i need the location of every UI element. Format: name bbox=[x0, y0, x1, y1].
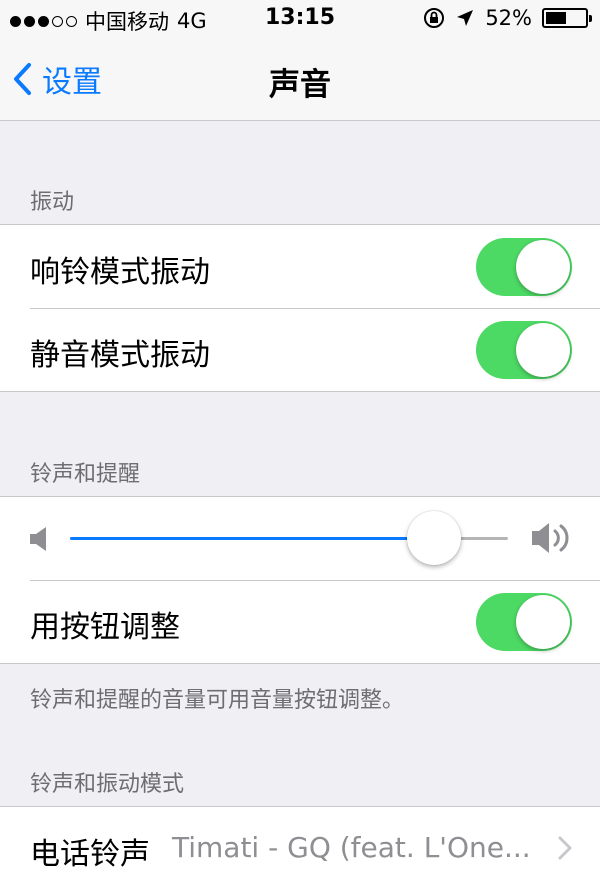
row-volume-slider bbox=[0, 497, 600, 580]
orientation-lock-icon bbox=[424, 8, 445, 28]
vibrate-group: 响铃模式振动 静音模式振动 bbox=[0, 224, 600, 392]
patterns-group: 电话铃声 Timati - GQ (feat. L'One... bbox=[0, 806, 600, 896]
row-label: 响铃模式振动 bbox=[30, 255, 210, 290]
change-with-buttons-toggle[interactable] bbox=[476, 593, 572, 651]
page-title: 声音 bbox=[269, 67, 331, 103]
section-header-vibrate: 振动 bbox=[30, 190, 75, 215]
volume-slider-fill bbox=[70, 537, 434, 540]
row-vibrate-on-ring: 响铃模式振动 bbox=[0, 225, 600, 308]
navigation-bar: 设置 声音 bbox=[0, 40, 600, 121]
row-change-with-buttons: 用按钮调整 bbox=[0, 580, 600, 663]
row-label: 静音模式振动 bbox=[30, 338, 210, 373]
status-right: 52% bbox=[423, 6, 592, 30]
status-bar: 中国移动 4G 13:15 52% bbox=[0, 0, 600, 40]
volume-slider-thumb[interactable] bbox=[406, 511, 461, 565]
row-label: 电话铃声 bbox=[30, 837, 150, 872]
row-ringtone[interactable]: 电话铃声 Timati - GQ (feat. L'One... bbox=[0, 807, 600, 890]
row-vibrate-on-silent: 静音模式振动 bbox=[0, 308, 600, 391]
section-header-patterns: 铃声和振动模式 bbox=[30, 772, 185, 797]
location-arrow-icon bbox=[457, 10, 474, 26]
battery-icon bbox=[542, 8, 592, 28]
chevron-right-icon bbox=[558, 836, 572, 860]
battery-percent: 52% bbox=[485, 6, 532, 30]
section-header-ringer-alerts: 铃声和提醒 bbox=[30, 462, 141, 487]
ringtone-value: Timati - GQ (feat. L'One... bbox=[172, 831, 531, 864]
ringer-alerts-group: 用按钮调整 bbox=[0, 496, 600, 664]
volume-high-icon bbox=[532, 523, 569, 553]
vibrate-on-ring-toggle[interactable] bbox=[476, 238, 572, 296]
volume-low-icon bbox=[30, 527, 46, 551]
ringer-alerts-footer: 铃声和提醒的音量可用音量按钮调整。 bbox=[30, 688, 405, 713]
vibrate-on-silent-toggle[interactable] bbox=[476, 321, 572, 379]
row-label: 用按钮调整 bbox=[30, 610, 180, 645]
